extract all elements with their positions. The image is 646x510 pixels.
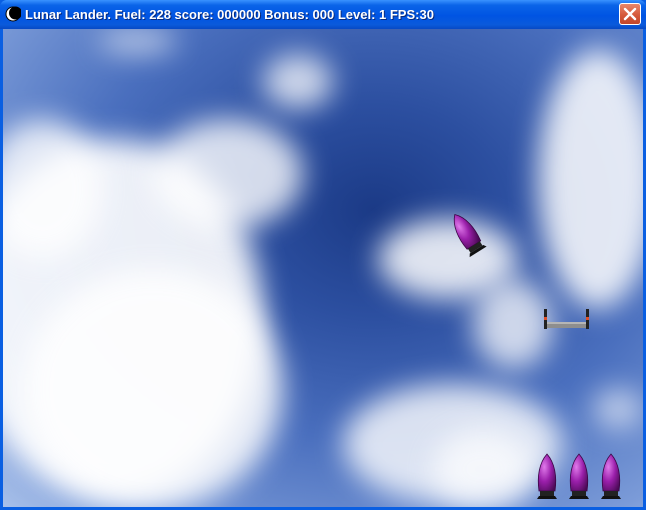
window-title: Lunar Lander. Fuel: 228 score: 000000 Bo… xyxy=(25,7,434,22)
lander-ship xyxy=(453,214,487,258)
game-window: Lunar Lander. Fuel: 228 score: 000000 Bo… xyxy=(0,0,646,510)
life-ship-icon xyxy=(537,453,557,499)
title-bar[interactable]: Lunar Lander. Fuel: 228 score: 000000 Bo… xyxy=(0,0,646,29)
life-ship-icon xyxy=(601,453,621,499)
close-icon xyxy=(623,7,637,21)
landing-pad xyxy=(544,309,589,329)
game-canvas[interactable] xyxy=(3,29,643,507)
moon-icon xyxy=(5,6,21,22)
life-ship-icon xyxy=(569,453,589,499)
close-button[interactable] xyxy=(619,3,641,25)
